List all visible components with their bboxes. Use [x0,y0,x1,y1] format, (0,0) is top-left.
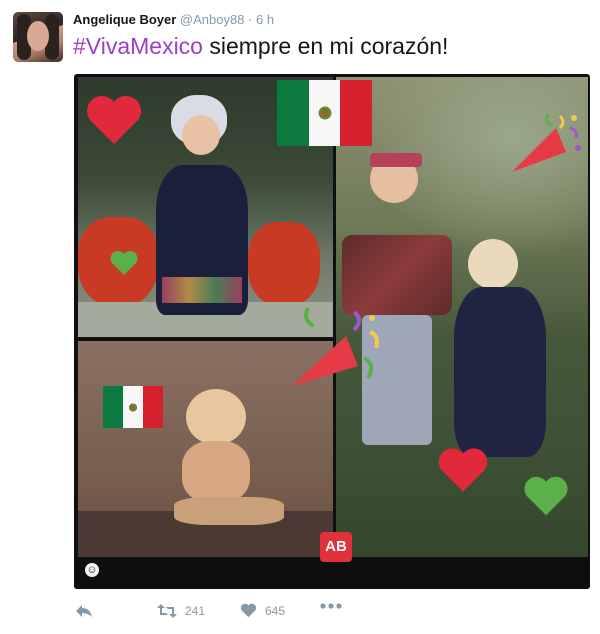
red-heart-icon [438,448,488,492]
heart-icon [240,603,257,618]
green-heart-icon [110,251,138,275]
tweet-body: siempre en mi corazón! [202,33,449,59]
retweet-button[interactable]: 241 [157,603,205,619]
girl-head [468,239,518,289]
girl-dress [454,287,546,457]
hashtag-link[interactable]: #VivaMexico [73,33,203,59]
reply-button[interactable] [75,603,93,619]
author-handle[interactable]: @Anboy88 [180,12,245,27]
tweet-card: Angelique Boyer @Anboy88 · 6 h #VivaMexi… [0,0,600,634]
tweet-time[interactable]: 6 h [256,12,274,27]
separator: · [248,12,253,27]
party-popper-icon [512,113,581,172]
like-count: 645 [265,603,286,618]
toddler-body [182,441,250,503]
retweet-icon [157,604,177,618]
smiley-icon[interactable]: ☺ [85,563,99,577]
clay-pot [248,222,320,307]
tweet-media[interactable]: ☺ AB [74,74,590,589]
mexico-flag-icon [277,80,373,146]
avatar-face [27,21,49,51]
green-heart-icon [524,476,568,516]
more-button[interactable] [320,603,342,609]
dress-embroidery [162,277,242,303]
child-face [182,115,220,155]
tweet-text: #VivaMexico siempre en mi corazón! [73,31,448,61]
like-button[interactable]: 645 [240,603,285,618]
red-heart-icon [87,96,141,144]
reply-icon [76,605,92,617]
more-dots-icon [320,603,342,609]
mexico-flag-icon [103,386,163,428]
retweet-count: 241 [185,604,206,618]
ab-badge: AB [320,532,352,562]
toddler-legs [174,497,284,525]
media-footer [74,560,590,589]
tweet-header: Angelique Boyer @Anboy88 · 6 h [73,12,274,27]
party-popper-icon [292,307,380,386]
avatar[interactable] [13,12,63,62]
toddler-head [186,389,246,445]
author-name[interactable]: Angelique Boyer [73,12,176,27]
boy-headband [370,153,422,167]
